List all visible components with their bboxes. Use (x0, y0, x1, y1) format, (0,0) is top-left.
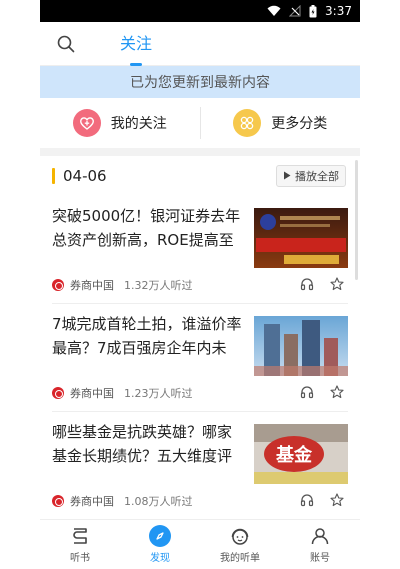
list-item[interactable]: 7城完成首轮土拍，谁溢价率最高？7成百强房企年内未拿… 券商中国 1.23万人听… (52, 304, 348, 412)
news-source: 券商中国 (70, 495, 114, 508)
heart-plus-icon (72, 109, 101, 137)
news-source: 券商中国 (70, 279, 114, 292)
no-signal-icon (289, 5, 301, 17)
news-title: 7城完成首轮土拍，谁溢价率最高？7成百强房企年内未拿… (52, 315, 242, 357)
date-label: 04-06 (63, 167, 107, 185)
listen-count: 1.08万人听过 (124, 495, 193, 508)
news-meta: 券商中国 1.32万人听过 (52, 277, 193, 293)
date-header: 04-06 播放全部 (40, 156, 360, 196)
news-meta: 券商中国 1.08万人听过 (52, 493, 193, 509)
thumbnail-caption: 基金 (275, 444, 313, 466)
news-thumbnail (254, 316, 348, 376)
news-meta: 券商中国 1.23万人听过 (52, 385, 193, 401)
more-categories-label: 更多分类 (271, 116, 328, 132)
news-title: 哪些基金是抗跌英雄？哪家基金长期绩优？五大维度评选… (52, 423, 233, 465)
news-thumbnail (254, 208, 348, 268)
battery-icon (309, 4, 317, 18)
status-bar: 3:37 (40, 0, 360, 22)
news-source: 券商中国 (70, 387, 114, 400)
scrollbar[interactable] (355, 160, 358, 280)
bottom-tab-discover[interactable]: 发现 (120, 520, 200, 569)
listen-count: 1.32万人听过 (124, 279, 193, 292)
listen-count: 1.23万人听过 (124, 387, 193, 400)
bottom-tab-books[interactable]: 听书 (40, 520, 120, 569)
play-all-label: 播放全部 (295, 170, 339, 183)
headphones-icon[interactable] (300, 384, 314, 403)
news-actions (300, 276, 344, 295)
play-icon (283, 170, 291, 183)
news-title: 突破5000亿！银河证券去年总资产创新高，ROE提高至1… (52, 207, 241, 249)
bottom-tab-label: 账号 (310, 553, 330, 564)
star-icon[interactable] (330, 276, 344, 295)
news-actions (300, 384, 344, 403)
top-nav: 关注 (40, 22, 360, 66)
star-icon[interactable] (330, 492, 344, 511)
headset-face-icon (229, 525, 251, 547)
bottom-tab-account[interactable]: 账号 (280, 520, 360, 569)
star-icon[interactable] (330, 384, 344, 403)
news-actions (300, 492, 344, 511)
book-icon (69, 525, 91, 547)
compass-icon (149, 525, 171, 547)
quick-entries: 我的关注 更多分类 (40, 98, 360, 156)
status-time: 3:37 (325, 4, 352, 18)
date-group: 04-06 (52, 167, 107, 185)
bottom-nav: 听书 发现 我的听单 账号 (40, 519, 360, 569)
source-logo (52, 279, 64, 291)
bottom-tab-label: 我的听单 (220, 553, 260, 564)
bottom-tab-my-list[interactable]: 我的听单 (200, 520, 280, 569)
app-frame: 3:37 关注 已为您更新到最新内容 我的关注 更多分类 04-06 播放全部 … (40, 0, 360, 569)
news-thumbnail: 基金 (254, 424, 348, 484)
headphones-icon[interactable] (300, 276, 314, 295)
my-follow-label: 我的关注 (110, 116, 167, 132)
categories-icon (233, 109, 262, 137)
source-logo (52, 495, 64, 507)
list-item[interactable]: 哪些基金是抗跌英雄？哪家基金长期绩优？五大维度评选… 基金 券商中国 1.08万… (52, 412, 348, 520)
tab-follow[interactable]: 关注 (120, 22, 152, 66)
bottom-tab-label: 发现 (150, 553, 170, 564)
update-banner: 已为您更新到最新内容 (40, 66, 360, 98)
bottom-tab-label: 听书 (70, 553, 90, 564)
search-icon[interactable] (56, 34, 76, 54)
my-follow-button[interactable]: 我的关注 (40, 98, 200, 148)
headphones-icon[interactable] (300, 492, 314, 511)
list-item[interactable]: 突破5000亿！银河证券去年总资产创新高，ROE提高至1… 券商中国 1.32万… (52, 196, 348, 304)
more-categories-button[interactable]: 更多分类 (201, 98, 361, 148)
user-icon (309, 525, 331, 547)
wifi-icon (267, 5, 281, 17)
source-logo (52, 387, 64, 399)
play-all-button[interactable]: 播放全部 (276, 165, 346, 187)
date-marker (52, 168, 55, 184)
